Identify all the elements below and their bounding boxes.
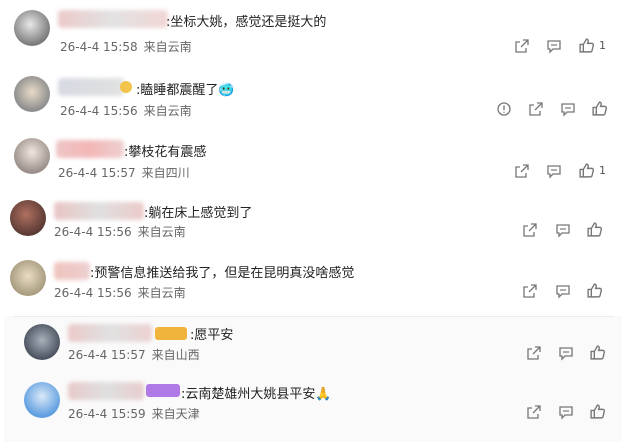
comment-text: :坐标大姚，感觉还是挺大的 <box>166 15 327 30</box>
comment-icon[interactable] <box>555 283 571 299</box>
comment-time: 26-4-4 15:56 <box>60 104 138 118</box>
comment-meta: 26-4-4 15:57 来自山西 <box>68 346 200 363</box>
comment-item: :云南楚雄州大姚县平安🙏 26-4-4 15:59 来自天津 <box>0 378 626 440</box>
comment-location: 来自天津 <box>151 407 200 421</box>
comment-item: :瞌睡都震醒了🥶 26-4-4 15:56 来自云南 <box>0 68 626 128</box>
comment-meta: 26-4-4 15:58 来自云南 <box>60 38 192 55</box>
comment-meta: 26-4-4 15:56 来自云南 <box>54 284 186 301</box>
comment-time: 26-4-4 15:57 <box>58 166 136 180</box>
comment-icon[interactable] <box>555 222 571 238</box>
comment-meta: 26-4-4 15:57 来自四川 <box>58 164 190 181</box>
comment-time: 26-4-4 15:58 <box>60 40 138 54</box>
divider <box>14 316 614 317</box>
share-icon[interactable] <box>514 163 530 179</box>
member-badge <box>120 81 132 93</box>
avatar[interactable] <box>24 382 60 418</box>
like-icon[interactable] <box>586 282 603 299</box>
avatar[interactable] <box>14 76 50 112</box>
like-count: 1 <box>599 39 606 52</box>
like-icon[interactable] <box>578 162 595 179</box>
comment-icon[interactable] <box>546 163 562 179</box>
comment-icon[interactable] <box>558 404 574 420</box>
nickname[interactable] <box>58 78 124 96</box>
nickname[interactable] <box>56 140 124 158</box>
comment-time: 26-4-4 15:56 <box>54 225 132 239</box>
comment-item: :躺在床上感觉到了 26-4-4 15:56 来自云南 <box>0 192 626 250</box>
nickname[interactable] <box>68 382 144 400</box>
comment-meta: 26-4-4 15:59 来自天津 <box>68 405 200 422</box>
report-icon[interactable] <box>496 101 512 117</box>
comment-icon[interactable] <box>558 345 574 361</box>
comment-text: :预警信息推送给我了，但是在昆明真没啥感觉 <box>90 266 355 281</box>
comment-item: :坐标大姚，感觉还是挺大的 26-4-4 15:58 来自云南 1 <box>0 0 626 62</box>
comment-item: :愿平安 26-4-4 15:57 来自山西 <box>0 318 626 378</box>
share-icon[interactable] <box>522 222 538 238</box>
emoji: 🥶 <box>218 83 235 98</box>
comment-text: :愿平安 <box>190 328 234 343</box>
share-icon[interactable] <box>526 345 542 361</box>
nickname[interactable] <box>68 324 152 342</box>
like-icon[interactable] <box>586 221 603 238</box>
comment-location: 来自云南 <box>137 225 186 239</box>
emoji: 🙏 <box>315 387 332 402</box>
comment-time: 26-4-4 15:57 <box>68 348 146 362</box>
comment-text: :躺在床上感觉到了 <box>144 206 253 221</box>
comment-time: 26-4-4 15:56 <box>54 286 132 300</box>
comment-item: :预警信息推送给我了，但是在昆明真没啥感觉 26-4-4 15:56 来自云南 <box>0 252 626 314</box>
comment-text: :云南楚雄州大姚县平安🙏 <box>181 387 332 402</box>
comment-location: 来自云南 <box>143 104 192 118</box>
like-count: 1 <box>599 164 606 177</box>
share-icon[interactable] <box>526 404 542 420</box>
share-icon[interactable] <box>528 101 544 117</box>
avatar[interactable] <box>10 200 46 236</box>
avatar[interactable] <box>24 324 60 360</box>
comment-text: :瞌睡都震醒了🥶 <box>136 83 235 98</box>
like-icon[interactable] <box>591 100 608 117</box>
comment-meta: 26-4-4 15:56 来自云南 <box>54 223 186 240</box>
like-icon[interactable] <box>578 37 595 54</box>
nickname[interactable] <box>54 262 90 280</box>
share-icon[interactable] <box>522 283 538 299</box>
comment-text: :攀枝花有震感 <box>124 145 207 160</box>
comment-location: 来自四川 <box>141 166 190 180</box>
comment-location: 来自云南 <box>137 286 186 300</box>
avatar[interactable] <box>14 10 50 46</box>
comment-meta: 26-4-4 15:56 来自云南 <box>60 102 192 119</box>
comment-time: 26-4-4 15:59 <box>68 407 146 421</box>
comment-icon[interactable] <box>546 38 562 54</box>
avatar[interactable] <box>10 260 46 296</box>
member-badge <box>146 384 180 397</box>
share-icon[interactable] <box>514 38 530 54</box>
comment-location: 来自山西 <box>151 348 200 362</box>
comment-location: 来自云南 <box>143 40 192 54</box>
nickname[interactable] <box>58 10 168 28</box>
comment-icon[interactable] <box>560 101 576 117</box>
member-badge <box>155 327 187 340</box>
like-icon[interactable] <box>589 344 606 361</box>
nickname[interactable] <box>54 202 144 220</box>
like-icon[interactable] <box>589 403 606 420</box>
comment-item: :攀枝花有震感 26-4-4 15:57 来自四川 1 <box>0 130 626 190</box>
avatar[interactable] <box>14 138 50 174</box>
